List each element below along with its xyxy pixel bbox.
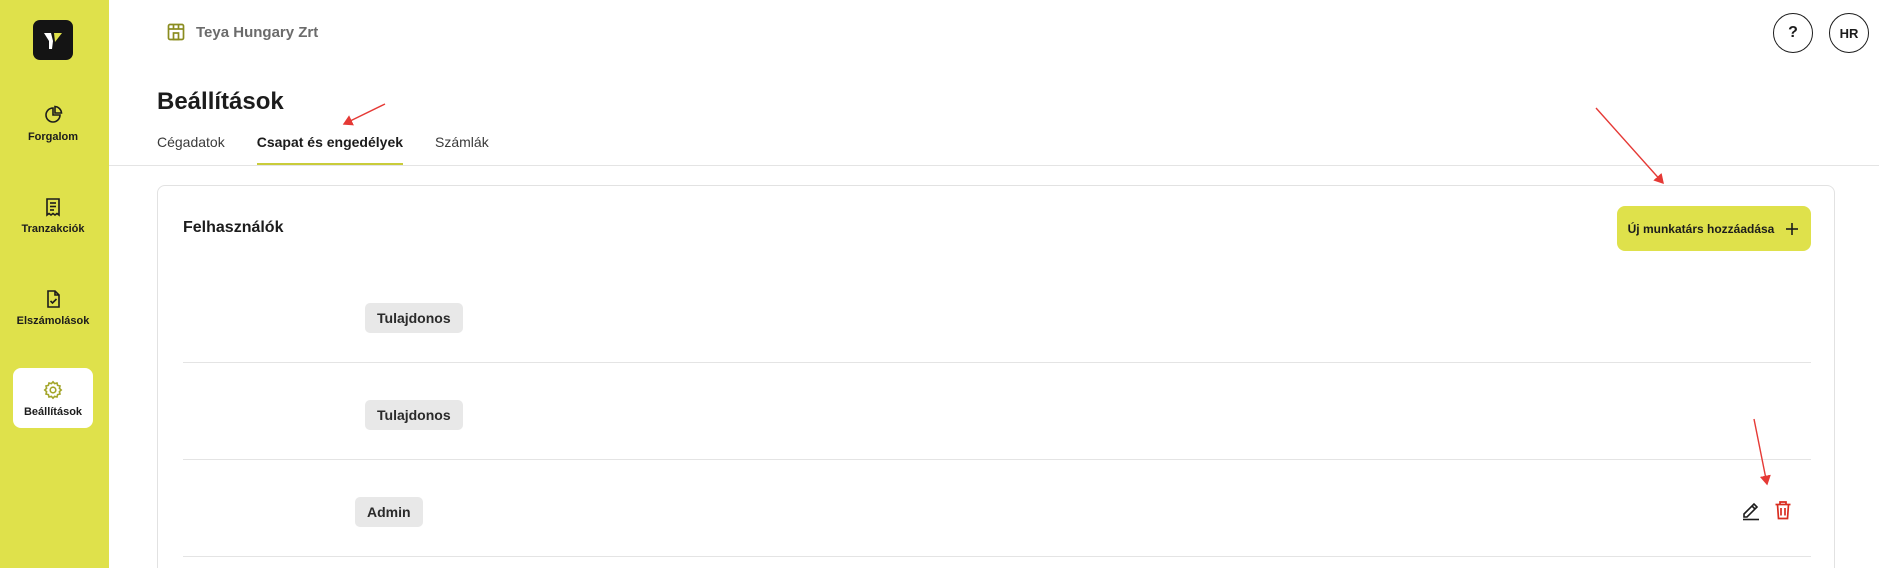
help-button[interactable]: ? xyxy=(1773,13,1813,53)
annotation-arrow-tab xyxy=(342,103,386,126)
user-row: Tulajdonos xyxy=(183,363,1811,460)
receipt-icon xyxy=(42,196,64,218)
tab-szamlak[interactable]: Számlák xyxy=(435,132,489,166)
annotation-arrow-add-button xyxy=(1595,107,1664,185)
sidebar-item-label: Elszámolások xyxy=(16,314,90,327)
add-team-member-button[interactable]: Új munkatárs hozzáadása xyxy=(1617,206,1811,251)
sidebar-item-beallitasok[interactable]: Beállítások xyxy=(13,368,93,428)
row-actions xyxy=(1731,498,1795,522)
tab-cegadatok[interactable]: Cégadatok xyxy=(157,132,225,166)
user-row: Tulajdonos xyxy=(183,266,1811,363)
edit-pencil-icon[interactable] xyxy=(1739,498,1763,522)
sidebar: Forgalom Tranzakciók Elszámolások Beállí… xyxy=(0,0,109,568)
pie-chart-icon xyxy=(42,104,64,126)
sidebar-item-label: Beállítások xyxy=(23,405,83,418)
sidebar-item-label: Forgalom xyxy=(27,130,79,143)
sidebar-item-forgalom[interactable]: Forgalom xyxy=(13,93,93,153)
tab-csapat-es-engedelyek[interactable]: Csapat és engedélyek xyxy=(256,132,404,166)
row-divider xyxy=(183,556,1811,557)
plus-icon xyxy=(1784,221,1800,237)
organization-name: Teya Hungary Zrt xyxy=(196,23,319,41)
tabs-divider xyxy=(109,165,1879,166)
users-section-title: Felhasználók xyxy=(183,219,284,236)
sidebar-item-elszamolasok[interactable]: Elszámolások xyxy=(13,277,93,337)
teya-logo-icon[interactable] xyxy=(33,20,73,60)
users-card: Felhasználók Új munkatárs hozzáadása Tul… xyxy=(157,185,1835,568)
delete-trash-icon[interactable] xyxy=(1771,498,1795,522)
role-badge: Tulajdonos xyxy=(365,400,463,430)
sidebar-item-label: Tranzakciók xyxy=(21,222,85,235)
file-check-icon xyxy=(42,288,64,310)
role-badge: Admin xyxy=(355,497,423,527)
role-badge: Tulajdonos xyxy=(365,303,463,333)
add-team-member-label: Új munkatárs hozzáadása xyxy=(1627,221,1775,236)
gear-icon xyxy=(42,379,64,401)
user-row: Admin xyxy=(183,460,1811,557)
page-title: Beállítások xyxy=(157,88,284,115)
sidebar-item-tranzakciok[interactable]: Tranzakciók xyxy=(13,185,93,245)
user-avatar[interactable]: HR xyxy=(1829,13,1869,53)
settings-tabs: Cégadatok Csapat és engedélyek Számlák xyxy=(157,132,521,166)
organization-selector[interactable]: Teya Hungary Zrt xyxy=(165,21,318,43)
store-icon xyxy=(165,21,187,43)
